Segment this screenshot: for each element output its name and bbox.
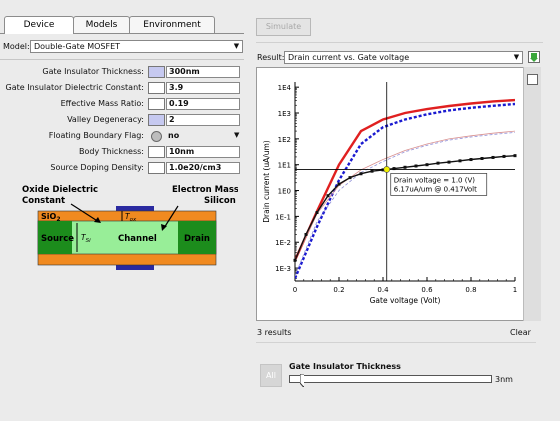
param-label: Gate Insulator Thickness: [42, 67, 144, 76]
doping-density-input[interactable]: 1.0e20/cm3 [166, 162, 240, 174]
drain-label: Drain [184, 234, 210, 244]
data-point [293, 258, 297, 262]
data-point [458, 159, 462, 163]
y-tick-label: 1E3 [278, 110, 291, 118]
param-label: Floating Boundary Flag: [48, 131, 144, 140]
data-point [348, 176, 352, 180]
y-tick-label: 1E0 [278, 188, 291, 196]
param-label: Body Thickness: [79, 147, 144, 156]
bottom-gate [116, 265, 154, 270]
oxide-label-line1: Oxide Dielectric [22, 185, 98, 195]
chevron-down-icon: ▼ [233, 42, 240, 50]
x-tick-label: 0.8 [465, 286, 476, 294]
gate-thickness-slider[interactable] [289, 375, 492, 383]
y-tick-label: 1E4 [278, 84, 292, 92]
data-point [425, 163, 429, 167]
electron-label-line1: Electron Masses in [172, 185, 238, 195]
dielectric-input[interactable]: 3.9 [166, 82, 240, 94]
y-tick-label: 1E2 [278, 136, 291, 144]
series-line-4 [295, 155, 515, 261]
param-label: Source Doping Density: [50, 163, 144, 172]
drain-current-chart[interactable]: 1E4 1E3 1E2 1E1 1E0 1E-1 1E-2 1E-3 0 0.2 0.4 0.6 0.8… [257, 68, 523, 320]
channel-label: Channel [118, 234, 157, 244]
x-tick-label: 0.4 [377, 286, 389, 294]
param-swatch[interactable] [148, 114, 165, 126]
x-tick-label: 0.2 [333, 286, 344, 294]
divider [256, 42, 543, 43]
param-swatch[interactable] [148, 98, 165, 110]
oxide-label-line2: Constant [22, 196, 65, 206]
data-point [326, 194, 330, 198]
data-point [513, 154, 517, 158]
param-swatch[interactable] [148, 146, 165, 158]
y-tick-label: 1E-1 [275, 213, 291, 221]
param-label: Valley Degeneracy: [67, 115, 144, 124]
mass-ratio-input[interactable]: 0.19 [166, 98, 240, 110]
crosshair-marker [383, 166, 391, 173]
param-swatch[interactable] [148, 162, 165, 174]
result-select[interactable]: Drain current vs. Gate voltage ▼ [284, 51, 523, 64]
data-point [315, 211, 319, 215]
data-point [414, 164, 418, 168]
plot-scrollbar[interactable] [523, 67, 541, 321]
download-icon[interactable] [528, 51, 540, 63]
top-gate [116, 206, 154, 211]
slider-label: Gate Insulator Thickness [289, 362, 401, 371]
data-point [403, 165, 407, 169]
data-point [491, 155, 495, 159]
chevron-down-icon: ▼ [513, 53, 520, 61]
simulate-button[interactable]: Simulate [256, 18, 311, 36]
chevron-down-icon[interactable]: ▼ [234, 131, 239, 139]
param-swatch[interactable] [148, 82, 165, 94]
result-select-value: Drain current vs. Gate voltage [288, 53, 410, 62]
tab-models[interactable]: Models [73, 16, 130, 33]
x-axis-label: Gate voltage (Volt) [370, 296, 441, 305]
plot-area[interactable]: 1E4 1E3 1E2 1E1 1E0 1E-1 1E-2 1E-3 0 0.2 0.4 0.6 0.8… [256, 67, 530, 321]
param-label: Gate Insulator Dielectric Constant: [5, 83, 144, 92]
divider [0, 59, 244, 60]
x-tick-label: 0.6 [421, 286, 433, 294]
result-label: Result: [257, 53, 285, 62]
y-axis-label: Drain current (uA/um) [262, 140, 271, 223]
param-label: Effective Mass Ratio: [60, 99, 144, 108]
model-select-value: Double-Gate MOSFET [34, 42, 121, 51]
data-point [480, 156, 484, 160]
data-point [337, 182, 341, 186]
data-point [469, 158, 473, 162]
clear-button[interactable]: Clear [510, 328, 531, 337]
gate-thickness-input[interactable]: 300nm [166, 66, 240, 78]
x-tick-label: 1 [513, 286, 517, 294]
y-tick-label: 1E-3 [275, 265, 291, 273]
model-label: Model: [3, 42, 30, 51]
param-swatch[interactable] [148, 66, 165, 78]
tab-device[interactable]: Device [4, 16, 74, 34]
device-diagram: Oxide Dielectric Constant Electron Masse… [22, 185, 238, 270]
tab-environment[interactable]: Environment [129, 16, 215, 33]
electron-label-line2: Silicon [204, 196, 236, 206]
results-count: 3 results [257, 328, 292, 337]
valley-degeneracy-input[interactable]: 2 [166, 114, 240, 126]
data-point [447, 160, 451, 164]
divider [256, 342, 536, 343]
x-tick-label: 0 [293, 286, 297, 294]
body-thickness-input[interactable]: 10nm [166, 146, 240, 158]
data-point [304, 232, 308, 236]
y-tick-label: 1E-2 [275, 239, 291, 247]
slider-handle[interactable] [300, 374, 305, 387]
all-results-button[interactable]: All [260, 364, 282, 387]
scroll-thumb[interactable] [527, 74, 538, 85]
data-point [359, 172, 363, 176]
y-tick-label: 1E1 [278, 162, 291, 170]
data-point [436, 161, 440, 165]
tooltip-line-2: 6.17uA/um @ 0.417Volt [394, 185, 477, 193]
tooltip-line-1: Drain voltage = 1.0 (V) [394, 176, 476, 184]
radio-icon[interactable] [151, 131, 162, 142]
source-label: Source [41, 234, 74, 244]
slider-value: 3nm [495, 375, 513, 384]
data-point [370, 169, 374, 173]
floating-value[interactable]: no [168, 131, 179, 140]
model-select[interactable]: Double-Gate MOSFET ▼ [30, 40, 243, 53]
data-point [502, 154, 506, 158]
